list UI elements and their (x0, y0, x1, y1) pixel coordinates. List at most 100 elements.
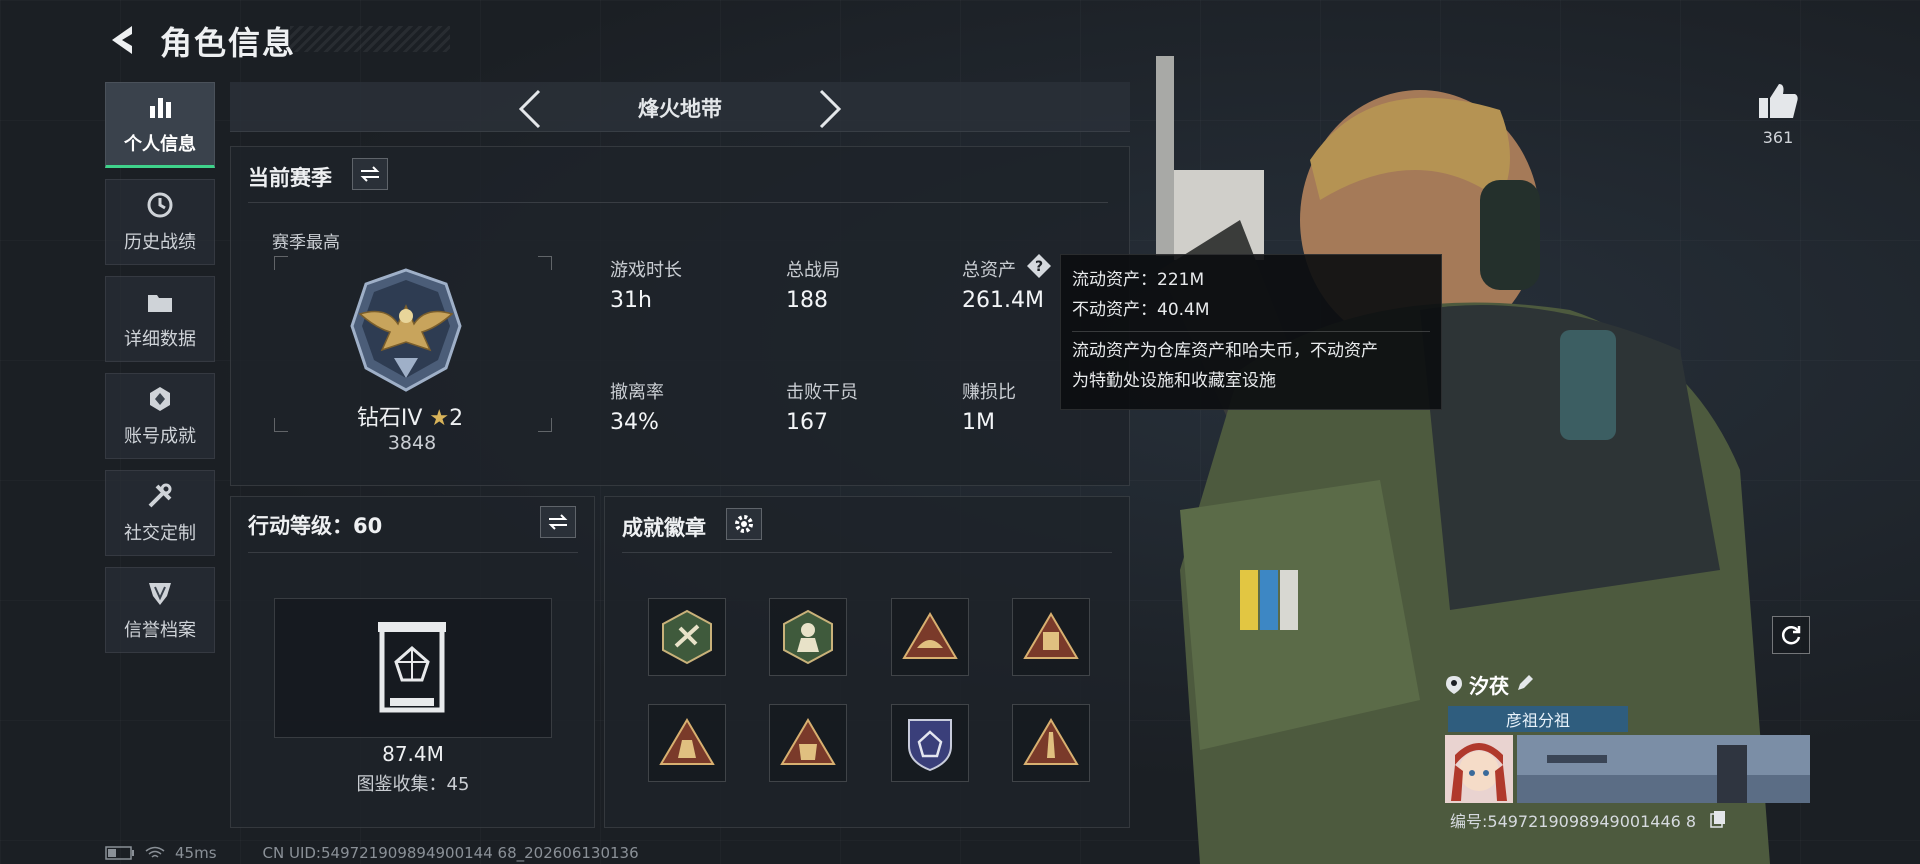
uid-text: CN UID:549721909894900144 68_20260613013… (262, 844, 639, 862)
sidebar-item-social[interactable]: 社交定制 (105, 470, 215, 556)
hex-badge-icon (783, 609, 833, 665)
map-next-button[interactable] (815, 87, 845, 131)
badge-item[interactable] (1012, 704, 1090, 782)
like-count: 361 (1762, 128, 1794, 147)
stat-playtime-label: 游戏时长 (610, 260, 682, 281)
svg-text:?: ? (1035, 259, 1043, 275)
rank-stars: 2 (449, 406, 464, 431)
sidebar-item-personal-info[interactable]: 个人信息 (105, 82, 215, 168)
pencil-icon (1518, 674, 1533, 690)
clock-icon (147, 192, 173, 218)
level-switch-button[interactable] (540, 506, 576, 538)
badge-item[interactable] (769, 598, 847, 676)
level-value: 87.4M (382, 742, 444, 766)
sidebar-item-history[interactable]: 历史战绩 (105, 179, 215, 265)
frame-corner (538, 256, 552, 270)
page-title: 角色信息 (160, 24, 297, 62)
divider (248, 552, 578, 553)
player-banner[interactable] (1517, 735, 1810, 803)
badges-settings-button[interactable] (726, 508, 762, 540)
rank-label: 钻石IV ★2 (350, 400, 470, 432)
shield-icon (149, 583, 171, 605)
sidebar: 个人信息 历史战绩 详细数据 账号成就 社交定制 信誉档案 (105, 82, 215, 664)
sidebar-item-label: 账号成就 (124, 426, 196, 447)
shield-badge-icon (908, 719, 952, 772)
stat-assets-value: 261.4M (962, 288, 1044, 313)
stat-matches-value: 188 (786, 288, 828, 313)
wifi-icon (145, 846, 165, 858)
help-icon: ? (1027, 254, 1051, 278)
status-bar: 45ms CN UID:549721909894900144 68_202606… (105, 844, 639, 862)
tooltip-liquid: 流动资产：221M (1072, 270, 1205, 290)
rank-name: 钻石IV (356, 406, 423, 431)
chevron-left-icon (518, 89, 541, 129)
badge-item[interactable] (648, 704, 726, 782)
badge-item[interactable] (891, 704, 969, 782)
sidebar-item-achievements[interactable]: 账号成就 (105, 373, 215, 459)
tooltip-desc-2: 为特勤处设施和收藏室设施 (1072, 371, 1276, 391)
triangle-badge-icon (1023, 612, 1079, 659)
sidebar-item-label: 信誉档案 (124, 620, 196, 641)
badge-item[interactable] (769, 704, 847, 782)
sidebar-item-label: 详细数据 (124, 329, 196, 350)
player-id: 编号:5497219098949001446 8 (1450, 812, 1697, 831)
stat-extract-label: 撤离率 (610, 382, 664, 403)
sidebar-item-label: 历史战绩 (124, 232, 196, 253)
thumbs-up-icon (1759, 84, 1798, 118)
wrench-icon (148, 483, 172, 508)
divider (1072, 331, 1430, 332)
squad-tag[interactable]: 彦祖分祖 (1448, 706, 1628, 732)
triangle-badge-icon (659, 718, 715, 765)
sidebar-item-detailed-data[interactable]: 详细数据 (105, 276, 215, 362)
rank-score: 3848 (387, 432, 437, 454)
back-arrow-icon (112, 26, 132, 54)
map-name: 烽火地带 (638, 97, 722, 121)
bar-chart-icon (150, 98, 171, 118)
edit-name-button[interactable] (1515, 673, 1535, 697)
season-switch-button[interactable] (352, 158, 388, 190)
like-button[interactable] (1755, 78, 1801, 124)
back-button[interactable] (104, 20, 144, 60)
player-name: 汐茯 (1469, 674, 1509, 698)
divider (248, 202, 1108, 203)
frame-corner (274, 418, 288, 432)
season-title: 当前赛季 (248, 166, 332, 190)
copy-icon (1710, 811, 1725, 828)
refresh-button[interactable] (1772, 616, 1810, 654)
assets-tooltip: 流动资产：221M 不动资产：40.4M 流动资产为仓库资产和哈夫币，不动资产 … (1060, 254, 1442, 410)
triangle-badge-icon (902, 612, 958, 659)
divider (622, 552, 1112, 553)
triangle-badge-icon (780, 718, 836, 765)
swap-icon (360, 166, 380, 182)
title-decoration (290, 26, 450, 52)
level-title: 行动等级：60 (248, 514, 383, 538)
player-name-row: 汐茯 (1445, 670, 1535, 699)
folder-icon (148, 295, 172, 312)
gear-icon (735, 515, 753, 533)
badges-title: 成就徽章 (622, 516, 706, 540)
tooltip-desc-1: 流动资产为仓库资产和哈夫币，不动资产 (1072, 341, 1378, 361)
badge-item[interactable] (1012, 598, 1090, 676)
copy-id-button[interactable] (1710, 810, 1726, 828)
assets-help-button[interactable]: ? (1026, 253, 1052, 279)
location-pin-icon (1446, 675, 1462, 694)
sidebar-item-label: 个人信息 (124, 134, 196, 155)
medal-icon (150, 387, 170, 411)
stat-assets-label: 总资产 (962, 260, 1016, 281)
badge-item[interactable] (648, 598, 726, 676)
collection-count: 图鉴收集：45 (356, 774, 470, 795)
season-best-label: 赛季最高 (272, 233, 340, 253)
badge-item[interactable] (891, 598, 969, 676)
stat-profit-value: 1M (962, 410, 995, 435)
triangle-badge-icon (1023, 718, 1079, 765)
battery-icon (105, 846, 134, 860)
stat-playtime-value: 31h (610, 288, 652, 313)
sidebar-item-credit[interactable]: 信誉档案 (105, 567, 215, 653)
stat-profit-label: 赚损比 (962, 382, 1016, 403)
player-avatar[interactable] (1445, 735, 1513, 803)
stat-extract-value: 34% (610, 410, 659, 435)
refresh-icon (1781, 626, 1801, 645)
frame-corner (538, 418, 552, 432)
frame-corner (274, 256, 288, 270)
map-prev-button[interactable] (515, 87, 545, 131)
